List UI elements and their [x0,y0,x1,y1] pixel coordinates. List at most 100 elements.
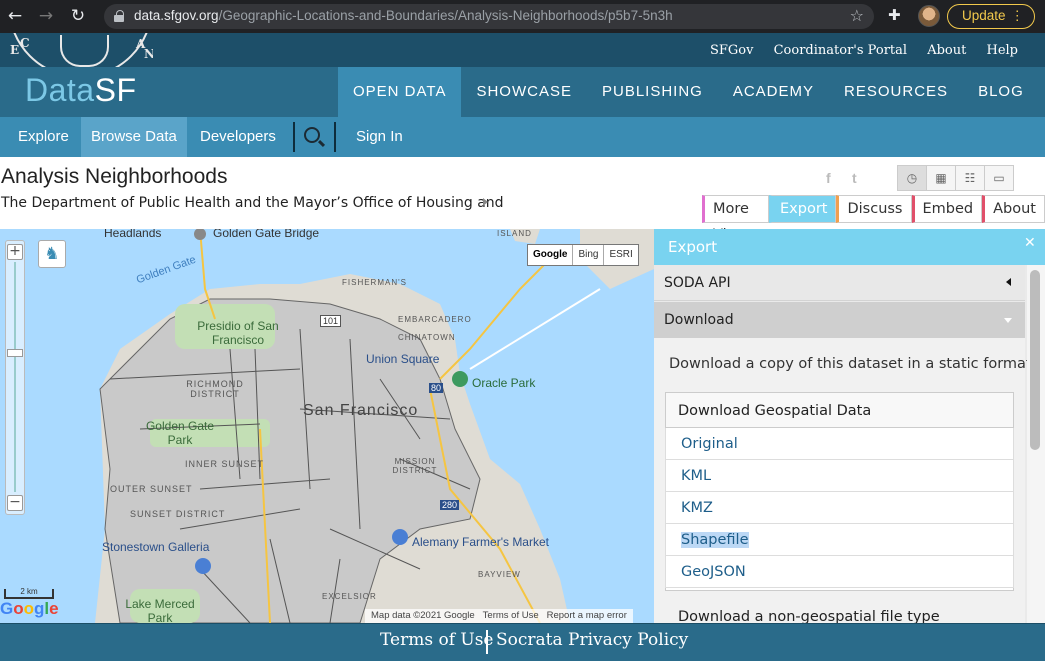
expand-description-icon[interactable] [483,198,488,206]
map-layer-switcher: Google Bing ESRI [527,244,639,266]
subnav-sign-in[interactable]: Sign In [346,117,413,157]
highway-101-shield: 101 [320,315,342,327]
map-label-chinatown: CHINATOWN [398,333,456,342]
map-label-bayview: BAYVIEW [478,570,521,579]
map-label-outer-sunset: OUTER SUNSET [110,484,193,494]
download-kml-link[interactable]: KML [665,460,1014,492]
map-label-sunset-district: SUNSET DISTRICT [130,509,226,519]
report-map-error-link[interactable]: Report a map error [547,609,627,623]
footer-terms-link[interactable]: Terms of Use [380,630,494,650]
download-geojson-link[interactable]: GeoJSON [665,556,1014,588]
subnav-explore[interactable]: Explore [8,117,79,157]
nav-resources[interactable]: RESOURCES [829,67,963,117]
map-label-inner-sunset: INNER SUNSET [185,459,265,469]
tab-discuss[interactable]: Discuss [836,195,912,223]
list-view-icon[interactable]: ☷ [955,165,985,191]
map-label-oracle-park: Oracle Park [472,376,536,390]
nav-showcase[interactable]: SHOWCASE [461,67,587,117]
nav-blog[interactable]: BLOG [963,67,1039,117]
profile-avatar[interactable] [918,5,940,27]
bookmark-star-icon[interactable]: ☆ [850,6,864,25]
map-label-presidio: Presidio of San Francisco [197,319,279,347]
layer-google[interactable]: Google [528,245,572,265]
address-bar[interactable]: data.sfgov.org/Geographic-Locations-and-… [104,4,874,29]
download-kmz-link[interactable]: KMZ [665,492,1014,524]
map-scale: 2 km [4,588,54,599]
pegman-icon[interactable]: ♞ [38,240,66,268]
geospatial-download-header: Download Geospatial Data [665,392,1014,428]
neighborhood-map[interactable]: Headlands Golden Gate Bridge Golden Gate… [0,229,654,623]
top-link-sfgov[interactable]: SFGov [710,43,753,58]
map-label-embarcadero: EMBARCADERO [398,315,472,324]
grid-view-icon[interactable]: ▦ [926,165,956,191]
close-icon[interactable]: ✕ [1024,235,1036,251]
footer-privacy-link[interactable]: Socrata Privacy Policy [496,630,688,650]
update-button[interactable]: Update ⋮ [947,4,1035,29]
map-label-stonestown: Stonestown Galleria [102,540,210,554]
chevron-down-icon [1004,318,1012,323]
zoom-in-button[interactable]: + [7,244,23,260]
layer-bing[interactable]: Bing [572,245,603,265]
twitter-icon[interactable]: t [852,170,857,186]
top-link-help[interactable]: Help [986,43,1018,58]
zoom-track [14,262,16,492]
dataset-description: The Department of Public Health and the … [1,195,504,211]
zoom-out-button[interactable]: − [7,495,23,511]
map-label-san-francisco: San Francisco [303,402,419,419]
subnav-divider [334,122,336,152]
map-attribution: Map data ©2021 Google Terms of Use Repor… [365,609,633,623]
tab-embed[interactable]: Embed [911,195,983,223]
extensions-puzzle-icon[interactable]: ✚ [888,6,901,24]
sf-seal-logo: E C A N [8,33,153,67]
lock-icon [114,10,124,22]
download-original-link[interactable]: Original [665,428,1014,460]
zoom-handle[interactable] [7,349,23,357]
tab-about[interactable]: About [982,195,1045,223]
download-intro-text: Download a copy of this dataset in a sta… [669,356,1032,372]
caret-left-icon [1006,278,1011,286]
page-view-icon[interactable]: ▭ [984,165,1014,191]
nav-publishing[interactable]: PUBLISHING [587,67,718,117]
highway-80-shield: 80 [429,383,444,393]
nav-open-data[interactable]: OPEN DATA [338,67,462,117]
panel-scrollbar-thumb[interactable] [1030,270,1040,450]
top-links: SFGov Coordinator's Portal About Help [694,43,1018,58]
view-switcher: ◷ ▦ ☷ ▭ [897,165,1014,191]
map-terms-link[interactable]: Terms of Use [483,609,539,623]
main-nav: OPEN DATA SHOWCASE PUBLISHING ACADEMY RE… [338,67,1039,117]
tab-export[interactable]: Export [769,195,837,223]
datasf-logo[interactable]: DataSF [25,72,136,109]
map-label-island: ISLAND [497,229,532,238]
menu-dots-icon: ⋮ [1010,8,1025,23]
subnav-divider [293,122,295,152]
facebook-icon[interactable]: f [826,170,831,186]
map-label-lake-merced: Lake Merced Park [125,597,195,623]
map-label-headlands: Headlands [104,229,162,240]
map-label-golden-gate-bridge: Golden Gate Bridge [213,229,320,240]
subnav-browse-data[interactable]: Browse Data [81,117,187,157]
map-data-credit: Map data ©2021 Google [371,610,475,621]
dataset-tabs: More Views Export Discuss Embed About [702,195,1045,243]
map-label-golden-gate-park: Golden Gate Park [145,419,215,447]
tab-more-views[interactable]: More Views [702,195,769,243]
map-label-excelsior: EXCELSIOR [322,592,377,601]
forward-arrow-icon[interactable]: → [36,6,56,26]
map-label-fishermans: FISHERMAN'S [342,278,407,287]
export-panel-title: Export [668,238,718,256]
google-logo: Google [0,599,59,618]
top-link-about[interactable]: About [927,43,966,58]
clock-icon[interactable]: ◷ [897,165,927,191]
soda-api-section[interactable]: SODA API [654,265,1025,301]
nav-academy[interactable]: ACADEMY [718,67,829,117]
map-label-mission: MISSION DISTRICT [392,457,438,475]
back-arrow-icon[interactable]: ← [5,6,25,26]
url-text: data.sfgov.org/Geographic-Locations-and-… [134,8,673,23]
subnav-developers[interactable]: Developers [190,117,286,157]
download-section[interactable]: Download [654,302,1025,338]
download-shapefile-link[interactable]: Shapefile [665,524,1014,556]
layer-esri[interactable]: ESRI [603,245,637,265]
top-link-coordinators-portal[interactable]: Coordinator's Portal [774,43,907,58]
highway-280-shield: 280 [440,500,460,510]
reload-icon[interactable]: ↻ [68,6,88,26]
search-icon[interactable] [304,127,320,143]
